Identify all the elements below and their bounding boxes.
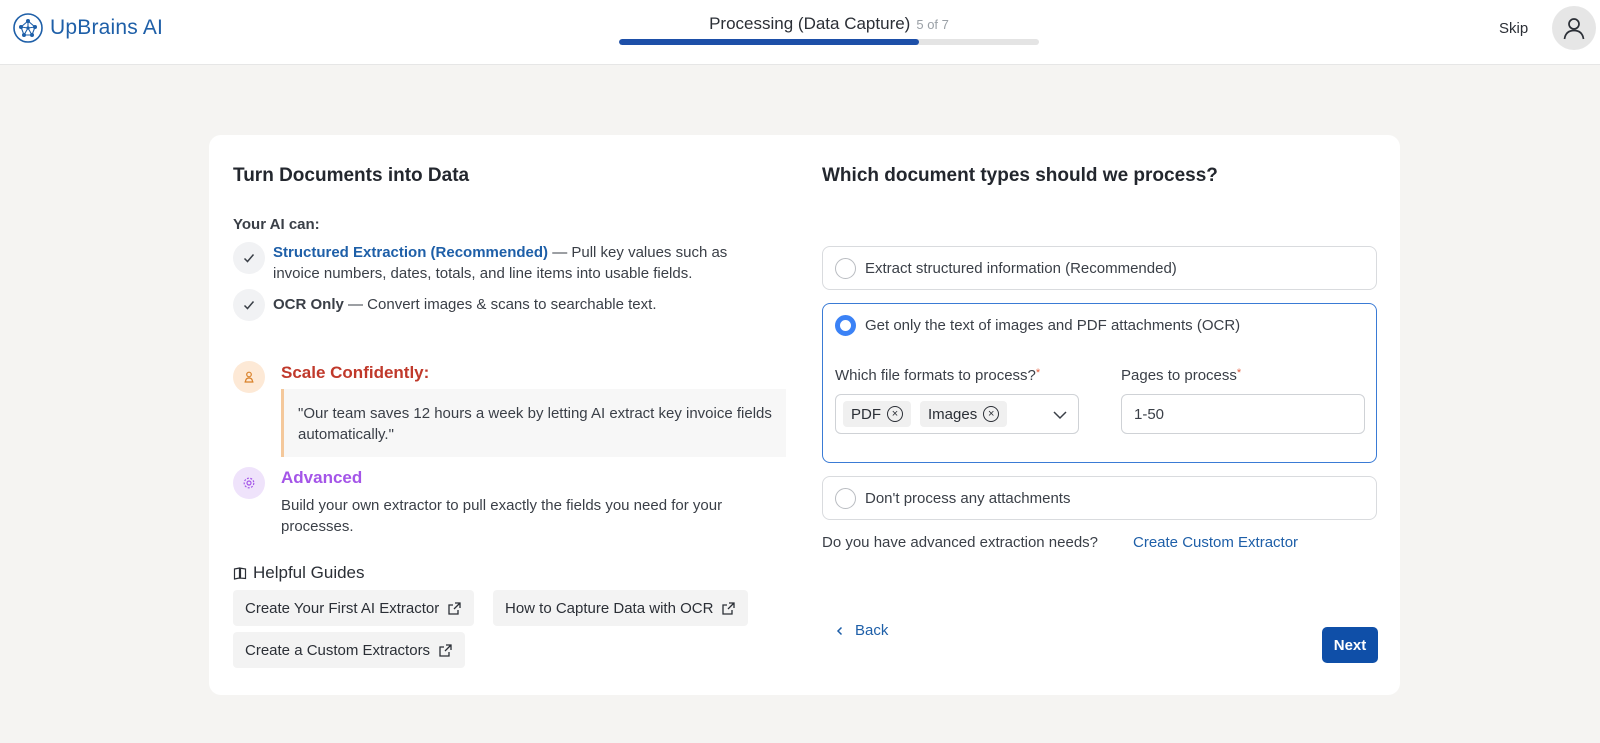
progress-track xyxy=(619,39,1039,45)
required-mark: * xyxy=(1236,367,1242,379)
tag-label: Images xyxy=(928,405,978,423)
gear-icon xyxy=(233,467,265,499)
file-formats-select[interactable]: PDF × Images × xyxy=(835,394,1079,434)
option-row: Get only the text of images and PDF atta… xyxy=(835,315,1240,336)
file-formats-text: Which file formats to process? xyxy=(835,367,1036,384)
person-icon xyxy=(233,361,265,393)
advanced-desc: Build your own extractor to pull exactly… xyxy=(281,497,723,535)
brain-network-icon xyxy=(13,13,43,43)
radio-button[interactable] xyxy=(835,258,856,279)
advanced-title: Advanced xyxy=(281,468,363,487)
external-link-icon xyxy=(439,643,452,657)
pages-input[interactable] xyxy=(1121,394,1365,434)
ai-can-label: Your AI can: xyxy=(233,216,320,233)
top-bar: UpBrains AI Processing (Data Capture) 5 o… xyxy=(0,0,1600,65)
progress-title: Processing (Data Capture) xyxy=(709,14,911,33)
file-formats-label: Which file formats to process?* xyxy=(835,367,1040,384)
progress-indicator: Processing (Data Capture) 5 of 7 xyxy=(619,14,1039,45)
remove-tag-icon[interactable]: × xyxy=(983,406,1000,422)
feature-text: OCR Only — Convert images & scans to sea… xyxy=(273,289,773,321)
remove-tag-icon[interactable]: × xyxy=(887,406,903,422)
feature-structured-extraction: Structured Extraction (Recommended) — Pu… xyxy=(233,242,773,284)
guide-label: How to Capture Data with OCR xyxy=(505,599,714,617)
feature-ocr-only: OCR Only — Convert images & scans to sea… xyxy=(233,289,773,321)
option-structured[interactable]: Extract structured information (Recommen… xyxy=(822,246,1377,290)
progress-fill xyxy=(619,39,919,45)
chevron-left-icon xyxy=(836,626,843,635)
radio-button[interactable] xyxy=(835,315,856,336)
tag-label: PDF xyxy=(851,405,881,423)
pages-label: Pages to process* xyxy=(1121,367,1241,384)
avatar[interactable] xyxy=(1552,6,1596,50)
external-link-icon xyxy=(722,601,736,615)
check-icon xyxy=(233,242,265,274)
option-label: Get only the text of images and PDF atta… xyxy=(865,317,1241,334)
feature-text: Structured Extraction (Recommended) — Pu… xyxy=(273,242,773,284)
advanced-question: Do you have advanced extraction needs? xyxy=(822,534,1099,551)
guides-title: Helpful Guides xyxy=(253,563,365,582)
scale-title: Scale Confidently: xyxy=(281,363,430,382)
required-mark: * xyxy=(1035,367,1041,379)
onboarding-card: Turn Documents into Data Your AI can: St… xyxy=(209,135,1400,695)
external-link-icon xyxy=(448,601,461,615)
book-icon xyxy=(233,567,247,580)
option-none[interactable]: Don't process any attachments xyxy=(822,476,1377,520)
next-button[interactable]: Next xyxy=(1322,627,1378,663)
chevron-down-icon[interactable] xyxy=(1052,407,1068,423)
option-label: Extract structured information (Recommen… xyxy=(865,260,1177,277)
format-tag-pdf: PDF × xyxy=(843,401,911,427)
feature-name: Structured Extraction (Recommended) xyxy=(273,244,549,261)
progress-title-row: Processing (Data Capture) 5 of 7 xyxy=(619,14,1039,34)
check-icon xyxy=(233,289,265,321)
radio-button[interactable] xyxy=(835,488,856,509)
brand[interactable]: UpBrains AI xyxy=(12,12,163,44)
back-button[interactable]: Back xyxy=(834,622,888,639)
guide-capture-data-ocr[interactable]: How to Capture Data with OCR xyxy=(493,590,749,626)
progress-step: 5 of 7 xyxy=(916,17,949,32)
user-icon xyxy=(1563,18,1585,40)
option-ocr[interactable]: Get only the text of images and PDF atta… xyxy=(822,303,1377,463)
format-tag-images: Images × xyxy=(920,401,1008,427)
panel-title: Turn Documents into Data xyxy=(233,165,470,186)
testimonial-quote: "Our team saves 12 hours a week by letti… xyxy=(281,389,786,457)
guide-label: Create Your First AI Extractor xyxy=(245,599,440,617)
guide-label: Create a Custom Extractors xyxy=(245,641,431,659)
guide-create-custom-extractors[interactable]: Create a Custom Extractors xyxy=(233,632,466,668)
question-title: Which document types should we process? xyxy=(822,165,1218,186)
create-custom-extractor-link[interactable]: Create Custom Extractor xyxy=(1133,534,1298,551)
option-label: Don't process any attachments xyxy=(865,490,1071,507)
skip-button[interactable]: Skip xyxy=(1499,20,1528,37)
helpful-guides-heading: Helpful Guides xyxy=(233,563,365,583)
option-row: Don't process any attachments xyxy=(835,488,1070,509)
brand-name: UpBrains AI xyxy=(50,16,164,39)
option-row: Extract structured information (Recommen… xyxy=(835,258,1177,279)
guide-create-first-extractor[interactable]: Create Your First AI Extractor xyxy=(233,590,475,626)
feature-desc: — Convert images & scans to searchable t… xyxy=(343,296,657,313)
feature-name: OCR Only xyxy=(273,296,344,313)
pages-label-text: Pages to process xyxy=(1121,367,1237,384)
back-label: Back xyxy=(855,622,889,639)
